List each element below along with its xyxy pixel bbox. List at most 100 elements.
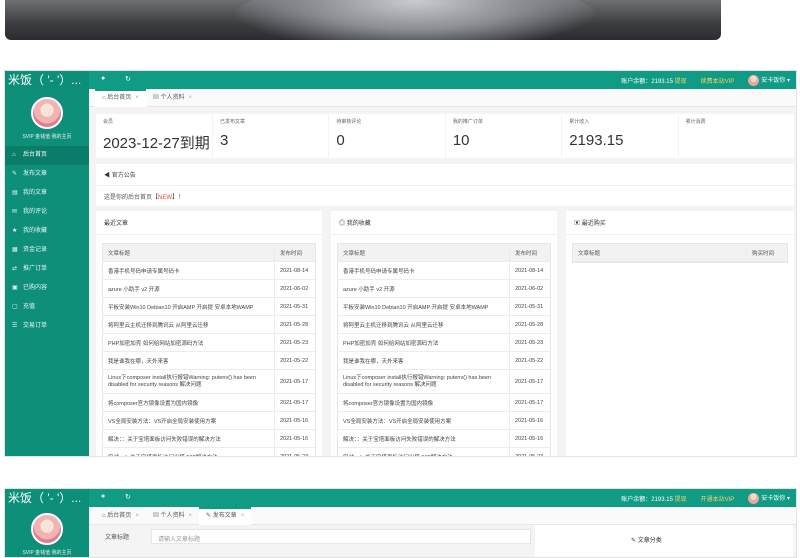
table-row[interactable]: 实战一：关于宝塔面板访问出错 502解决方法2021-05-23 xyxy=(338,448,550,456)
article-title[interactable]: 我是谁我在哪，天外来客 xyxy=(338,352,510,369)
avatar[interactable] xyxy=(31,513,63,545)
article-date: 2021-05-17 xyxy=(280,399,309,406)
article-title[interactable]: PHP加密加壳 如何给网站加密源码方法 xyxy=(338,334,510,351)
article-title[interactable]: 香港手机号码申请专属号码卡 xyxy=(338,262,510,279)
article-title[interactable]: 实战一：关于宝塔面板访问出错 502解决方法 xyxy=(338,448,510,456)
table-row[interactable]: 将composer官方镜像设置为国内镜像 2021-05-17 xyxy=(103,394,315,412)
tab-dashboard[interactable]: ⌂ 后台首页 × xyxy=(95,507,146,525)
article-title[interactable]: 将阿里云主机迁移到腾讯云 从阿里云迁移 xyxy=(338,316,510,333)
sidebar-item-label: 后台首页 xyxy=(23,152,48,158)
table-row[interactable]: Linux下composer install执行报错Warning: puten… xyxy=(338,370,550,394)
sidebar-item[interactable]: ✉ 我的评论 xyxy=(5,203,89,222)
table-row[interactable]: 将composer官方镜像设置为国内镜像 2021-05-17 xyxy=(338,394,550,412)
notice-link[interactable]: NEW xyxy=(158,195,172,201)
close-icon[interactable]: × xyxy=(135,513,139,519)
tab-profile[interactable]: ▤ 个人资料 × xyxy=(146,507,199,525)
article-title[interactable]: Linux下composer install执行报错Warning: puten… xyxy=(338,370,510,393)
table-row[interactable]: VS全局安装方法：VS开启全局安装使用方案 2021-05-16 xyxy=(338,412,550,430)
article-title[interactable]: VS全局安装方法：VS开启全局安装使用方案 xyxy=(103,412,275,429)
article-title[interactable]: 将阿里云主机迁移到腾讯云 从阿里云迁移 xyxy=(103,316,275,333)
article-title[interactable]: Linux下composer install执行报错Warning: puten… xyxy=(103,370,275,393)
table-row[interactable]: PHP加密加壳 如何给网站加密源码方法 2021-05-23 xyxy=(103,334,315,352)
article-title[interactable]: PHP加密加壳 如何给网站加密源码方法 xyxy=(103,334,275,351)
sidebar-item[interactable]: ☰ 交易订单 xyxy=(5,317,89,336)
article-title[interactable]: VS全局安装方法：VS开启全局安装使用方案 xyxy=(338,412,510,429)
sidebar-item[interactable]: ▣ 已购内容 xyxy=(5,279,89,298)
site-logo[interactable]: 米饭（ '- '）... xyxy=(5,489,89,507)
top-bar: 米饭（ '- '）... ● ↻ 账户余额：2193.15 提现 续费本站VIP… xyxy=(5,71,796,89)
edit-icon: ✎ xyxy=(206,513,212,519)
article-title[interactable]: 实战一：关于宝塔面板访问出错 502解决方法 xyxy=(103,448,275,456)
withdraw-link[interactable]: 提现 xyxy=(675,497,687,503)
balance-text: 账户余额：2193.15 提现 xyxy=(621,78,687,85)
refresh-icon[interactable]: ↻ xyxy=(125,75,131,83)
site-logo[interactable]: 米饭（ '- '）... xyxy=(5,71,89,89)
close-icon[interactable]: × xyxy=(241,513,245,519)
close-icon[interactable]: × xyxy=(135,95,139,101)
sidebar-item[interactable]: ▤ 我的文章 xyxy=(5,184,89,203)
table-row[interactable]: 我是谁我在哪，天外来客 2021-05-22 xyxy=(338,352,550,370)
sidebar-item[interactable]: ▦ 资金记录 xyxy=(5,241,89,260)
table-row[interactable]: 解决：：关于宝塔面板访问失败错误的解决方法 2021-05-16 xyxy=(338,430,550,448)
tab-publish[interactable]: ✎ 发布文章 × xyxy=(199,507,252,525)
table-row[interactable]: VS全局安装方法：VS开启全局安装使用方案 2021-05-16 xyxy=(103,412,315,430)
share-icon: ⇄ xyxy=(12,266,18,272)
table-row[interactable]: 平板安装Win10 Debian10 开启AMP 开启提 安卓本地WAMP 202… xyxy=(338,298,550,316)
star-icon: ★ xyxy=(12,228,18,234)
hero-image xyxy=(5,0,721,40)
article-date: 2021-08-14 xyxy=(515,267,544,274)
sidebar-item[interactable]: ⇄ 推广订单 xyxy=(5,260,89,279)
table-row[interactable]: 香港手机号码申请专属号码卡 2021-08-14 xyxy=(338,262,550,280)
vip-link[interactable]: 续费本站VIP xyxy=(701,76,735,85)
vip-link[interactable]: 开通本站VIP xyxy=(701,494,735,503)
sidebar-item[interactable]: ✎ 发布文章 xyxy=(5,165,89,184)
stat-comments: 待审核评论 0 xyxy=(329,114,445,158)
table-row[interactable]: PHP加密加壳 如何给网站加密源码方法 2021-05-23 xyxy=(338,334,550,352)
balance-text: 账户余额：2193.15 提现 xyxy=(621,496,687,503)
table-row[interactable]: 将阿里云主机迁移到腾讯云 从阿里云迁移 2021-05-28 xyxy=(338,316,550,334)
close-icon[interactable]: × xyxy=(189,513,193,519)
article-title[interactable]: azure 小助手 v2 开源 xyxy=(103,280,275,297)
user-menu[interactable]: 安卡饭你 ▾ xyxy=(748,492,790,504)
article-title[interactable]: 平板安装Win10 Debian10 开启AMP 开启提 安卓本地WAMP xyxy=(103,298,275,315)
title-label: 文章标题 xyxy=(105,535,130,541)
tab-profile[interactable]: ▤ 个人资料 × xyxy=(146,89,199,107)
article-title[interactable]: 香港手机号码申请专属号码卡 xyxy=(103,262,275,279)
table-row[interactable]: azure 小助手 v2 开源 2021-06-02 xyxy=(103,280,315,298)
table-row[interactable]: 解决：：关于宝塔面板访问失败错误的解决方法 2021-05-16 xyxy=(103,430,315,448)
collected-articles-panel: ◎ 我的收藏 文章标题 发布时间 香港手机号码申请专属号码卡 2021-08-14… xyxy=(331,211,557,456)
sidebar-item[interactable]: ★ 我的收藏 xyxy=(5,222,89,241)
article-title[interactable]: azure 小助手 v2 开源 xyxy=(338,280,510,297)
avatar[interactable] xyxy=(31,97,63,129)
article-title[interactable]: 解决：：关于宝塔面板访问失败错误的解决方法 xyxy=(338,430,510,447)
user-menu[interactable]: 安卡饭你 ▾ xyxy=(748,74,790,86)
table-row[interactable]: azure 小助手 v2 开源 2021-06-02 xyxy=(338,280,550,298)
table-row[interactable]: 我是谁我在哪，天外来客 2021-05-22 xyxy=(103,352,315,370)
megaphone-icon: ◀ xyxy=(104,173,111,179)
sidebar-item-label: 我的文章 xyxy=(23,190,48,196)
article-title[interactable]: 将composer官方镜像设置为国内镜像 xyxy=(338,394,510,411)
close-icon[interactable]: × xyxy=(189,95,193,101)
withdraw-link[interactable]: 提现 xyxy=(675,79,687,85)
sidebar-item[interactable]: ⌂ 后台首页 xyxy=(5,146,89,165)
refresh-icon[interactable]: ↻ xyxy=(125,493,131,501)
avatar xyxy=(748,492,760,504)
sidebar-item-label: 推广订单 xyxy=(23,266,48,272)
article-title[interactable]: 解决：：关于宝塔面板访问失败错误的解决方法 xyxy=(103,430,275,447)
comment-icon: ✉ xyxy=(12,209,18,215)
menu-toggle-icon[interactable]: ● xyxy=(101,493,105,500)
table-row[interactable]: 平板安装Win10 Debian10 开启AMP 开启提 安卓本地WAMP 202… xyxy=(103,298,315,316)
sidebar-item[interactable]: ▢ 充值 xyxy=(5,298,89,317)
table-row[interactable]: 实战一：关于宝塔面板访问出错 502解决方法2021-05-23 xyxy=(103,448,315,456)
wallet-icon: ▦ xyxy=(12,247,18,253)
table-row[interactable]: 将阿里云主机迁移到腾讯云 从阿里云迁移 2021-05-28 xyxy=(103,316,315,334)
article-title[interactable]: 平板安装Win10 Debian10 开启AMP 开启提 安卓本地WAMP xyxy=(338,298,510,315)
table-row[interactable]: Linux下composer install执行报错Warning: puten… xyxy=(103,370,315,394)
menu-toggle-icon[interactable]: ● xyxy=(101,75,105,82)
article-date: 2021-05-16 xyxy=(515,417,544,424)
title-input[interactable]: 请输入文章标题 xyxy=(151,529,531,544)
tab-dashboard[interactable]: ⌂ 后台首页 × xyxy=(95,89,146,107)
article-title[interactable]: 将composer官方镜像设置为国内镜像 xyxy=(103,394,275,411)
table-row[interactable]: 香港手机号码申请专属号码卡 2021-08-14 xyxy=(103,262,315,280)
article-title[interactable]: 我是谁我在哪，天外来客 xyxy=(103,352,275,369)
